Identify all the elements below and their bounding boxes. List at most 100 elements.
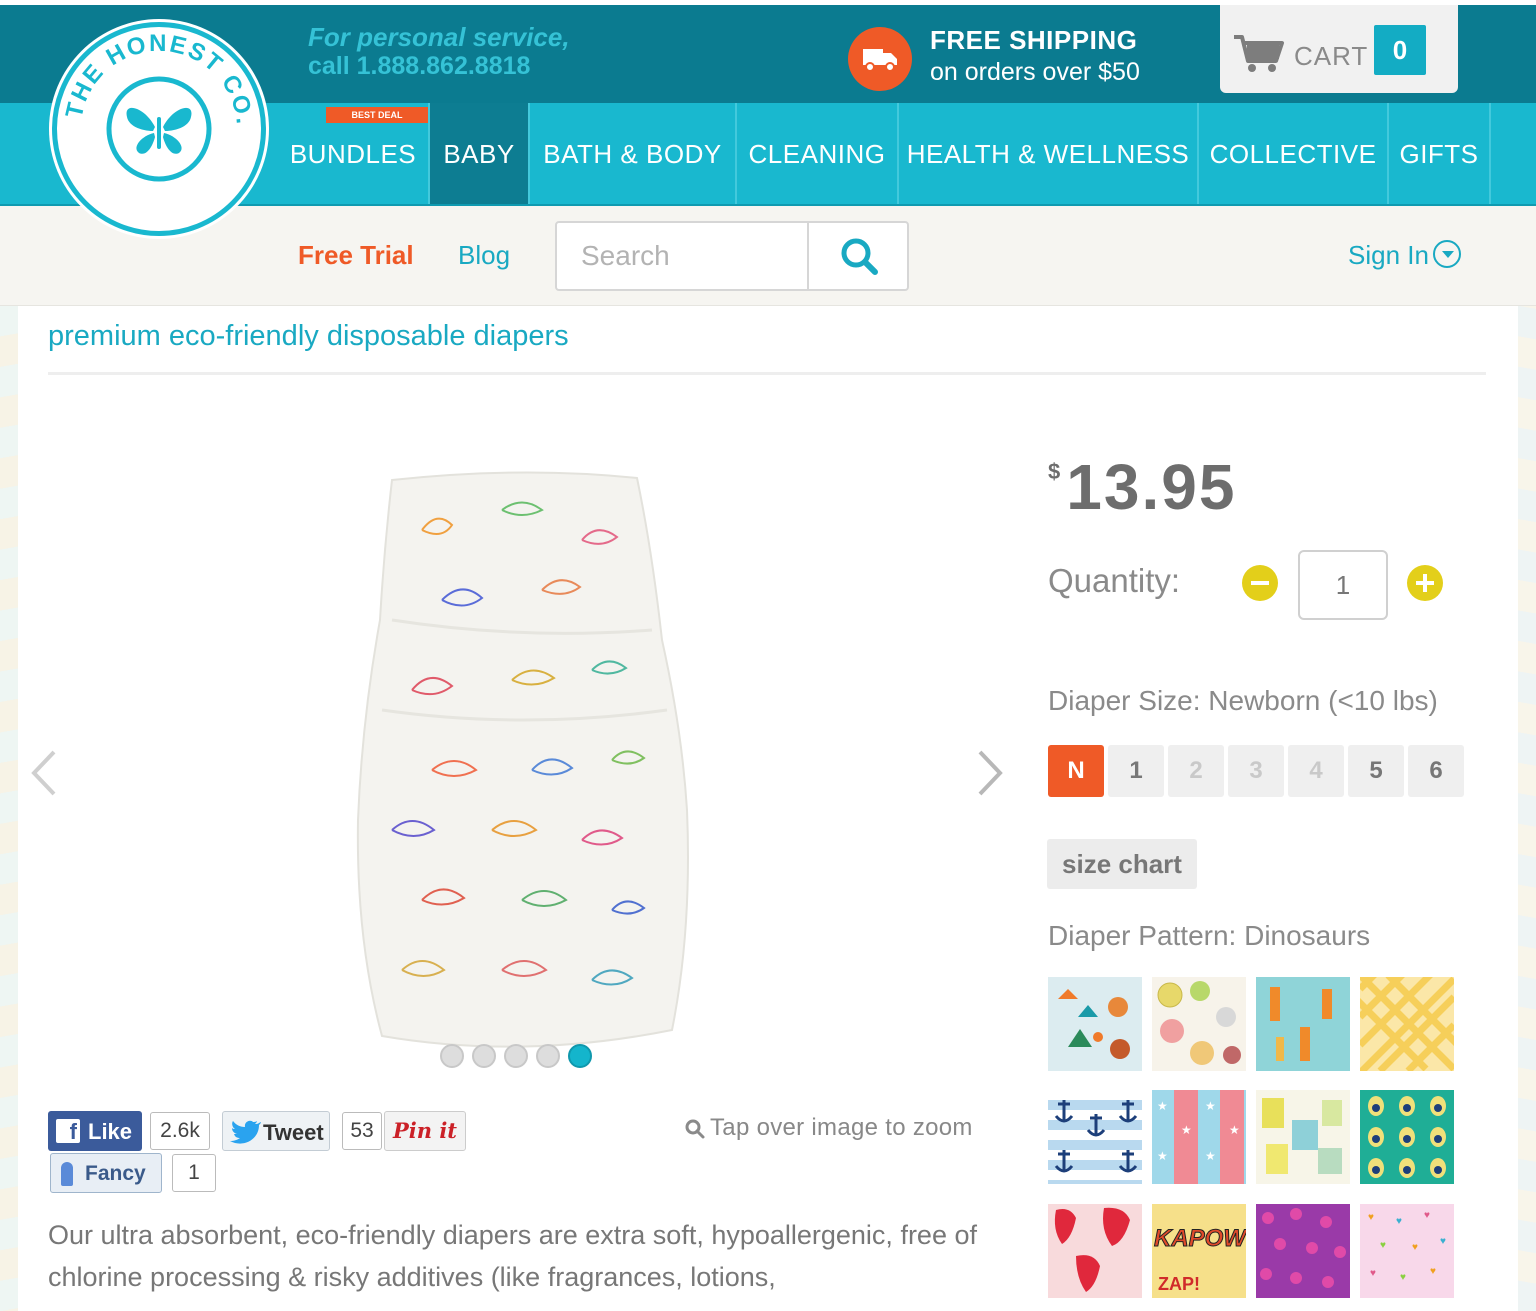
like-count: 2.6k xyxy=(150,1112,210,1150)
size-option-n[interactable]: N xyxy=(1048,745,1104,797)
phone-line-1: For personal service, xyxy=(308,22,570,52)
free-shipping-subtitle: on orders over $50 xyxy=(930,58,1140,86)
pattern-swatch-kapow-comic[interactable]: KAPOW ZAP! xyxy=(1152,1204,1249,1298)
svg-text:♥: ♥ xyxy=(1370,1268,1376,1279)
free-shipping-title: FREE SHIPPING xyxy=(930,25,1138,55)
diaper-size-label: Diaper Size: Newborn (<10 lbs) xyxy=(1048,685,1438,716)
svg-text:★: ★ xyxy=(1157,1099,1168,1113)
svg-text:★: ★ xyxy=(1181,1123,1192,1137)
tweet-button[interactable]: Tweet xyxy=(222,1111,330,1151)
carousel-dots xyxy=(438,1042,598,1070)
svg-text:♥: ♥ xyxy=(1440,1236,1446,1247)
pattern-swatch-leopard-purple[interactable] xyxy=(1256,1204,1350,1298)
phone-number-link[interactable]: call 1.888.862.8818 xyxy=(308,52,570,81)
cart-label: CART xyxy=(1294,41,1369,71)
shipping-truck-icon xyxy=(848,27,912,91)
pattern-swatch-anchors[interactable] xyxy=(1048,1090,1142,1184)
sign-in-menu[interactable]: Sign In xyxy=(1348,240,1461,271)
fancy-icon xyxy=(61,1162,73,1186)
svg-text:♥: ♥ xyxy=(1396,1216,1402,1227)
search-form xyxy=(555,221,909,291)
search-button[interactable] xyxy=(807,223,907,289)
currency-symbol: $ xyxy=(1048,459,1063,484)
svg-text:★: ★ xyxy=(1229,1123,1240,1137)
pattern-swatch-giraffes[interactable] xyxy=(1256,977,1350,1071)
diaper-pattern-label: Diaper Pattern: Dinosaurs xyxy=(1048,920,1371,951)
size-option-5[interactable]: 5 xyxy=(1348,745,1404,797)
nav-gifts[interactable]: GIFTS xyxy=(1389,103,1491,204)
cart-icon xyxy=(1232,33,1286,78)
twitter-bird-icon xyxy=(230,1120,261,1144)
carousel-next-arrow[interactable] xyxy=(976,748,1006,798)
size-option-3: 3 xyxy=(1228,745,1284,797)
svg-text:★: ★ xyxy=(1157,1149,1168,1163)
left-background-pattern xyxy=(0,306,18,1311)
zoom-hint: Tap over image to zoom xyxy=(684,1114,973,1142)
svg-text:♥: ♥ xyxy=(1380,1240,1386,1251)
facebook-like-button[interactable]: f Like xyxy=(48,1111,142,1151)
tweet-label: Tweet xyxy=(263,1120,324,1145)
product-description: Our ultra absorbent, eco-friendly diaper… xyxy=(48,1220,977,1292)
personal-service-text: For personal service, call 1.888.862.881… xyxy=(308,23,570,81)
size-option-1[interactable]: 1 xyxy=(1108,745,1164,797)
free-trial-link[interactable]: Free Trial xyxy=(298,240,414,271)
product-tagline: premium eco-friendly disposable diapers xyxy=(48,320,569,352)
pattern-swatch-stars-stripes[interactable]: ★ ★ ★ ★ ★ ★ xyxy=(1152,1090,1246,1184)
svg-text:★: ★ xyxy=(1205,1149,1216,1163)
quantity-label: Quantity: xyxy=(1048,562,1181,599)
pattern-swatch-letters[interactable] xyxy=(1256,1090,1350,1184)
like-label: Like xyxy=(88,1119,133,1144)
honest-co-logo[interactable]: THE HONEST CO. xyxy=(52,22,266,236)
free-shipping-banner[interactable]: FREE SHIPPING on orders over $50 xyxy=(930,25,1140,87)
fancy-button[interactable]: Fancy xyxy=(50,1153,162,1193)
svg-text:♥: ♥ xyxy=(1430,1266,1436,1277)
nav-health-wellness[interactable]: HEALTH & WELLNESS xyxy=(899,103,1199,204)
blog-link[interactable]: Blog xyxy=(458,240,510,271)
cart-button[interactable]: CART 0 xyxy=(1220,5,1458,93)
nav-bath-body[interactable]: BATH & BODY xyxy=(530,103,737,204)
pattern-swatch-foxes[interactable] xyxy=(1048,977,1142,1071)
best-deal-badge: BEST DEAL xyxy=(326,107,428,123)
carousel-dot[interactable] xyxy=(504,1044,528,1068)
carousel-dot[interactable] xyxy=(536,1044,560,1068)
size-option-2: 2 xyxy=(1168,745,1224,797)
nav-baby[interactable]: BABY xyxy=(430,103,530,204)
carousel-dot-active[interactable] xyxy=(568,1044,592,1068)
size-option-6[interactable]: 6 xyxy=(1408,745,1464,797)
search-icon xyxy=(841,238,878,275)
tweet-count: 53 xyxy=(342,1112,382,1150)
product-image-diaper[interactable] xyxy=(352,470,692,1056)
price-value: 13.95 xyxy=(1066,451,1237,523)
carousel-prev-arrow[interactable] xyxy=(28,748,58,798)
svg-text:ZAP!: ZAP! xyxy=(1158,1274,1200,1294)
chevron-down-icon xyxy=(1432,240,1461,268)
svg-text:KAPOW: KAPOW xyxy=(1154,1225,1246,1252)
pattern-swatch-yellow-gingham[interactable] xyxy=(1329,892,1485,1076)
pattern-swatch-pink-hearts[interactable]: ♥ ♥ ♥ ♥ ♥ ♥ ♥ ♥ ♥ xyxy=(1360,1204,1454,1298)
svg-text:♥: ♥ xyxy=(1368,1212,1374,1223)
svg-text:♥: ♥ xyxy=(1400,1272,1406,1283)
size-chart-button[interactable]: size chart xyxy=(1047,839,1197,889)
product-price: $13.95 xyxy=(1048,450,1236,524)
search-input[interactable] xyxy=(557,223,807,289)
quantity-decrease-button[interactable] xyxy=(1242,565,1278,601)
size-option-4: 4 xyxy=(1288,745,1344,797)
pattern-swatch-peacock-feathers[interactable] xyxy=(1360,1090,1454,1184)
quantity-increase-button[interactable] xyxy=(1407,565,1443,601)
pattern-swatch-strawberries[interactable] xyxy=(1048,1204,1142,1298)
nav-cleaning[interactable]: CLEANING xyxy=(737,103,899,204)
pattern-swatch-fruit-slices[interactable] xyxy=(1152,977,1246,1071)
sign-in-label: Sign In xyxy=(1348,240,1429,270)
fancy-count: 1 xyxy=(172,1154,216,1192)
cart-count-badge: 0 xyxy=(1374,25,1426,75)
svg-text:♥: ♥ xyxy=(1424,1210,1430,1221)
zoom-hint-text: Tap over image to zoom xyxy=(710,1114,973,1141)
carousel-dot[interactable] xyxy=(472,1044,496,1068)
right-background-pattern xyxy=(1518,306,1536,1311)
magnifier-icon xyxy=(685,1119,705,1139)
carousel-dot[interactable] xyxy=(440,1044,464,1068)
divider xyxy=(48,372,1486,375)
quantity-input[interactable] xyxy=(1298,550,1388,620)
pin-it-button[interactable]: Pin it xyxy=(384,1111,466,1151)
nav-collective[interactable]: COLLECTIVE xyxy=(1199,103,1389,204)
